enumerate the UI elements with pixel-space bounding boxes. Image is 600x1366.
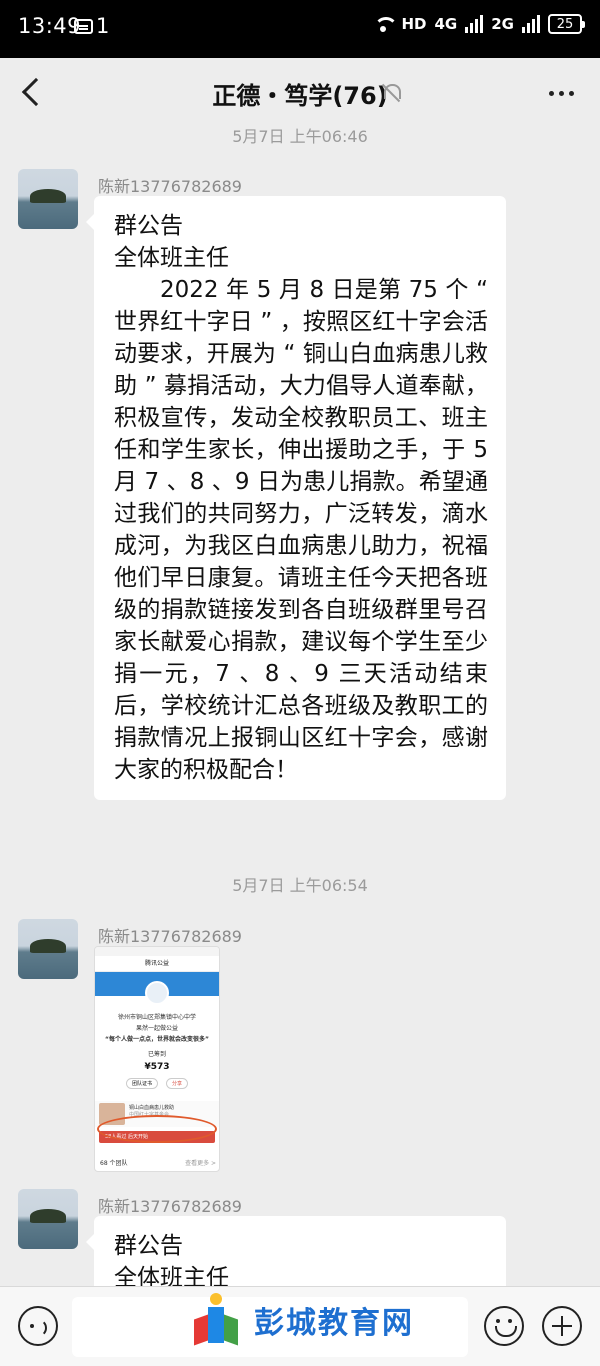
message-line: 群公告 bbox=[114, 1233, 183, 1259]
image-btn-certificate: 团队证书 bbox=[125, 1078, 158, 1089]
hd-label: HD bbox=[401, 15, 427, 33]
image-btn-share: 分享 bbox=[166, 1078, 189, 1089]
voice-icon[interactable] bbox=[18, 1306, 58, 1346]
avatar[interactable] bbox=[18, 1189, 78, 1249]
image-org: 徐州市铜山区郑集镇中心中学 bbox=[117, 1014, 196, 1021]
image-status-bar bbox=[95, 947, 219, 956]
chat-title: 正德・笃学(76) bbox=[212, 82, 388, 110]
message-notification-icon bbox=[74, 19, 93, 34]
watermark-logo-icon bbox=[190, 1293, 244, 1347]
status-indicators: HD 4G 2G 25 bbox=[373, 14, 585, 34]
island-image bbox=[30, 189, 66, 203]
sender-name: 陈新13776782689 bbox=[98, 927, 242, 946]
image-item-title: 铜山白血病患儿救助 bbox=[129, 1105, 175, 1111]
watermark-text: 彭城教育网 bbox=[254, 1306, 414, 1341]
image-logo bbox=[145, 981, 169, 1005]
network-4g-label: 4G bbox=[434, 15, 458, 33]
image-amount: ¥573 bbox=[144, 1062, 170, 1072]
image-raised-label: 已筹到 bbox=[147, 1051, 166, 1058]
chat-message-list[interactable]: 5月7日 上午06:46 陈新13776782689 群公告 全体班主任 202… bbox=[0, 126, 600, 1286]
wifi-icon bbox=[373, 16, 399, 32]
notification-count: 1 bbox=[96, 14, 110, 38]
plus-icon[interactable] bbox=[542, 1306, 582, 1346]
battery-level: 25 bbox=[556, 16, 574, 32]
image-teams: 68 个团队 bbox=[100, 1160, 128, 1167]
message-bubble[interactable]: 群公告 全体班主任 2022 年 5 月 8 日是第 75 个 “ 世界红十字日… bbox=[86, 196, 506, 800]
highlight-circle bbox=[97, 1115, 217, 1143]
status-time: 13:49 bbox=[18, 14, 82, 38]
island-image bbox=[30, 1209, 66, 1223]
image-footer: 68 个团队 查看更多 > bbox=[100, 1158, 216, 1167]
timestamp: 5月7日 上午06:46 bbox=[232, 127, 368, 146]
image-buttons: 团队证书 分享 bbox=[95, 1078, 219, 1089]
avatar[interactable] bbox=[18, 919, 78, 979]
sender-name: 陈新13776782689 bbox=[98, 177, 242, 196]
image-header: 腾讯公益 bbox=[95, 956, 219, 972]
message-line: 全体班主任 bbox=[114, 245, 229, 271]
avatar[interactable] bbox=[18, 169, 78, 229]
battery-icon: 25 bbox=[548, 14, 585, 34]
image-message[interactable]: 腾讯公益 徐州市铜山区郑集镇中心中学 果然一起做公益 “每个人做一点点，世界就会… bbox=[94, 946, 220, 1172]
message-paragraph: 2022 年 5 月 8 日是第 75 个 “ 世界红十字日 ” ，按照区红十字… bbox=[114, 277, 488, 783]
image-sub: 果然一起做公益 bbox=[135, 1025, 178, 1032]
message-line: 群公告 bbox=[114, 213, 183, 239]
island-image bbox=[30, 939, 66, 953]
more-icon[interactable] bbox=[549, 91, 574, 96]
signal-icon bbox=[465, 15, 484, 33]
status-bar: 13:49 1 HD 4G 2G 25 bbox=[0, 0, 600, 58]
network-2g-label: 2G bbox=[491, 15, 514, 33]
image-more: 查看更多 > bbox=[185, 1160, 216, 1167]
image-slogan: “每个人做一点点，世界就会改变很多” bbox=[105, 1036, 209, 1043]
signal-icon-2 bbox=[522, 15, 540, 33]
watermark: 彭城教育网 bbox=[190, 1293, 414, 1347]
sender-name: 陈新13776782689 bbox=[98, 1197, 242, 1216]
emoji-icon[interactable] bbox=[484, 1306, 524, 1346]
chat-header: 正德・笃学(76) bbox=[0, 58, 600, 126]
timestamp: 5月7日 上午06:54 bbox=[232, 876, 368, 895]
message-bubble[interactable]: 群公告 全体班主任 bbox=[86, 1216, 506, 1286]
mute-icon bbox=[381, 82, 401, 102]
message-line: 全体班主任 bbox=[114, 1265, 229, 1286]
